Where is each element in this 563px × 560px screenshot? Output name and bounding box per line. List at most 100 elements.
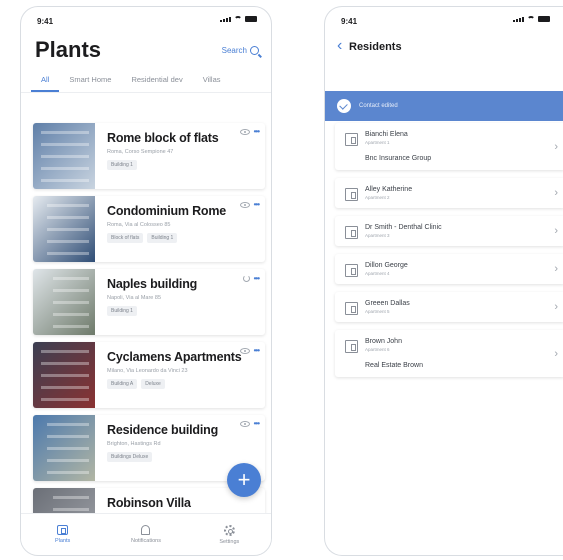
nav-notifications[interactable]: Notifications <box>116 525 176 544</box>
building-window-row <box>41 167 89 170</box>
resident-card[interactable]: Dillon George Apartment 4 › <box>335 254 563 284</box>
tag-chip: Building 1 <box>107 306 137 316</box>
wifi-icon <box>234 16 242 22</box>
plant-address: Brighton, Hastings Rd <box>107 441 161 447</box>
plant-tags: Building A Deluxe <box>107 379 265 389</box>
plant-card[interactable]: Rome block of flats Roma, Corso Sempione … <box>33 123 265 189</box>
more-options-icon[interactable]: ••• <box>254 128 260 136</box>
building-window-row <box>41 131 89 134</box>
door-icon <box>345 302 358 315</box>
plant-card[interactable]: Condominium Rome Roma, Via al Colosseo 85… <box>33 196 265 262</box>
eye-icon <box>239 421 250 427</box>
building-window-row <box>41 350 89 353</box>
resident-apartment: Apartment 1 <box>365 140 390 145</box>
building-window-row <box>47 252 89 255</box>
category-tabs: All Smart Home Residential dev Villas <box>21 69 271 93</box>
back-chevron-icon[interactable]: ‹ <box>337 37 342 55</box>
resident-name: Dillon George <box>365 262 408 269</box>
tab-smart-home[interactable]: Smart Home <box>59 69 121 92</box>
battery-icon <box>245 16 257 22</box>
tag-chip: Building 1 <box>147 233 178 243</box>
door-icon <box>345 226 358 239</box>
eye-icon <box>239 348 250 354</box>
resident-name: Dr Smith - Denthal Clinic <box>365 224 442 231</box>
residents-header: ‹ Residents <box>325 29 563 65</box>
plant-address: Roma, Corso Sempione 47 <box>107 149 174 155</box>
building-window-row <box>41 362 89 365</box>
signal-icon <box>513 17 524 22</box>
sync-icon <box>242 275 250 282</box>
more-options-icon[interactable]: ••• <box>254 347 260 355</box>
building-window-row <box>41 179 89 182</box>
plants-screen: 9:41 Plants Search All Smart Home Reside… <box>20 6 272 556</box>
check-circle-icon <box>337 99 351 113</box>
tag-chip: Deluxe <box>141 379 165 389</box>
door-icon <box>345 264 358 277</box>
nav-settings[interactable]: Settings <box>199 524 259 545</box>
resident-card[interactable]: Brown John Apartment 6 Real Estate Brown › <box>335 330 563 377</box>
building-window-row <box>53 325 89 328</box>
building-window-row <box>53 289 89 292</box>
building-window-row <box>53 301 89 304</box>
building-window-row <box>53 496 89 499</box>
building-thumbnail <box>33 123 95 189</box>
tab-residential-dev[interactable]: Residential dev <box>121 69 192 92</box>
search-icon <box>250 46 259 55</box>
resident-card[interactable]: Bianchi Elena Apartment 1 Bnc Insurance Gr… <box>335 123 563 170</box>
door-icon <box>345 133 358 146</box>
tag-chip: Building 1 <box>107 160 137 170</box>
building-window-row <box>53 508 89 511</box>
plant-card[interactable]: Cyclamens Apartments Milano, Via Leonardo… <box>33 342 265 408</box>
resident-company: Real Estate Brown <box>365 362 423 369</box>
add-plant-button[interactable]: + <box>227 463 261 497</box>
building-window-row <box>47 447 89 450</box>
building-thumbnail <box>33 342 95 408</box>
plant-card[interactable]: Naples building Napoli, Via al Mare 85 Bui… <box>33 269 265 335</box>
building-window-row <box>53 277 89 280</box>
settings-icon <box>223 524 235 536</box>
resident-card[interactable]: Alley Katherine Apartment 2 › <box>335 178 563 208</box>
tag-chip: Building A <box>107 379 138 389</box>
building-window-row <box>47 216 89 219</box>
search-button[interactable]: Search <box>222 46 259 55</box>
resident-card[interactable]: Greeen Dallas Apartment 5 › <box>335 292 563 322</box>
plant-card-body: Naples building Napoli, Via al Mare 85 Bui… <box>95 269 265 335</box>
chevron-right-icon: › <box>554 140 558 153</box>
more-options-icon[interactable]: ••• <box>254 274 260 282</box>
plant-tags: Buildings Deluxe <box>107 452 265 462</box>
battery-icon <box>538 16 550 22</box>
status-time: 9:41 <box>341 17 358 26</box>
tab-all[interactable]: All <box>31 69 60 92</box>
chevron-right-icon: › <box>554 347 558 360</box>
resident-name: Alley Katherine <box>365 186 413 193</box>
resident-apartment: Apartment 5 <box>365 309 390 314</box>
plant-address: Napoli, Via al Mare 85 <box>107 295 162 301</box>
nav-settings-label: Settings <box>219 538 240 545</box>
more-options-icon[interactable]: ••• <box>254 201 260 209</box>
search-label: Search <box>221 46 247 55</box>
plant-address: Roma, Via al Colosseo 85 <box>107 222 171 228</box>
plant-address: Milano, Via Leonardo da Vinci 23 <box>107 368 188 374</box>
more-options-icon[interactable]: ••• <box>254 420 260 428</box>
resident-company: Bnc Insurance Group <box>365 155 432 162</box>
plant-title: Naples building <box>107 277 198 291</box>
toast-message: Contact edited <box>359 103 398 109</box>
status-bar: 9:41 <box>21 7 271 29</box>
plant-tags: Building 1 <box>107 306 265 316</box>
nav-plants[interactable]: Plants <box>33 525 93 544</box>
status-time: 9:41 <box>37 17 54 26</box>
resident-card[interactable]: Dr Smith - Denthal Clinic Apartment 3 › <box>335 216 563 246</box>
tag-chip: Block of flats <box>107 233 144 243</box>
building-window-row <box>53 313 89 316</box>
bell-icon <box>141 525 151 535</box>
door-icon <box>345 188 358 201</box>
plants-header: Plants Search <box>21 29 271 69</box>
tag-chip: Buildings Deluxe <box>107 452 153 462</box>
resident-apartment: Apartment 6 <box>365 347 390 352</box>
eye-icon <box>239 202 250 208</box>
building-window-row <box>47 471 89 474</box>
building-window-row <box>47 459 89 462</box>
resident-name: Brown John <box>365 338 402 345</box>
tab-villas[interactable]: Villas <box>193 69 231 92</box>
resident-name: Bianchi Elena <box>365 131 408 138</box>
